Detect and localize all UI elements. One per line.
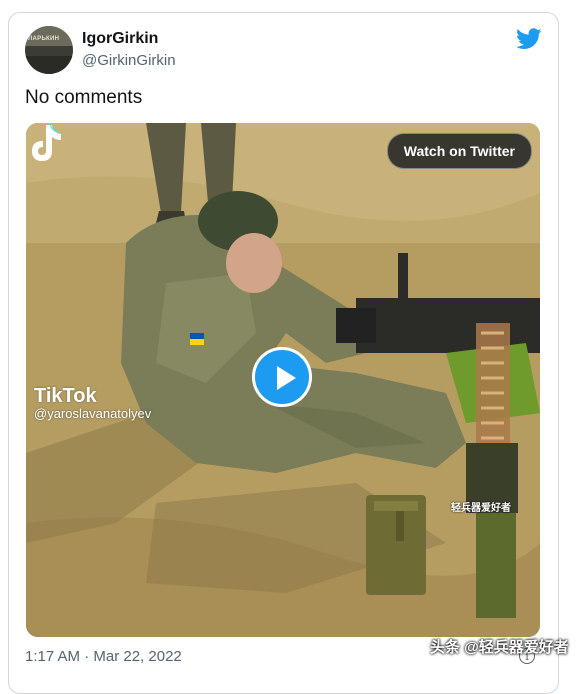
play-button[interactable] — [252, 347, 312, 407]
user-handle[interactable]: @GirkinGirkin — [82, 52, 176, 69]
tweet-timestamp[interactable]: 1:17 AM · Mar 22, 2022 — [25, 648, 182, 665]
tiktok-logo-icon — [32, 123, 61, 161]
tweet-video[interactable]: Watch on Twitter TikTok @yaroslavanatoly… — [26, 123, 540, 637]
tiktok-username: @yaroslavanatolyev — [34, 406, 152, 421]
avatar-caption: ЛАРЬКИН — [28, 36, 60, 42]
tweet-text: No comments — [25, 87, 143, 108]
display-name[interactable]: IgorGirkin — [82, 30, 158, 48]
avatar-ground — [25, 56, 73, 74]
watermark-overlay: 头条 @轻兵器爱好者 — [430, 639, 569, 656]
twitter-bird-icon[interactable] — [516, 28, 542, 50]
avatar[interactable]: ЛАРЬКИН — [25, 26, 73, 74]
play-icon — [277, 366, 296, 390]
video-watermark: 轻兵器爱好者 — [451, 503, 511, 514]
watch-on-twitter-button[interactable]: Watch on Twitter — [386, 133, 532, 169]
tiktok-label: TikTok — [34, 385, 97, 407]
